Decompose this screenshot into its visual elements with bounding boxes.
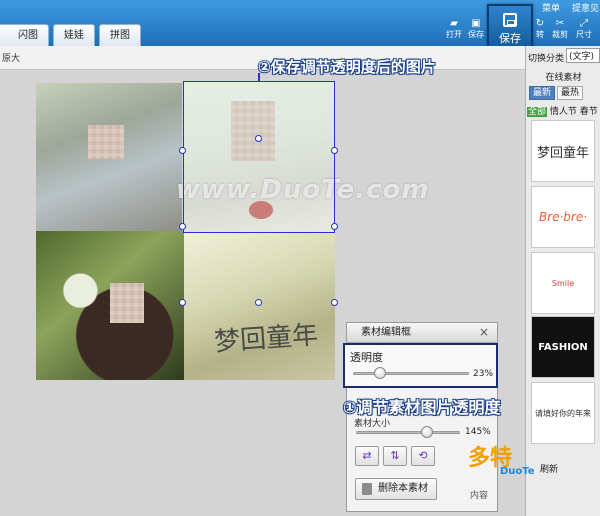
- material-thumb[interactable]: Bre·bre·: [531, 186, 595, 248]
- opacity-value: 23%: [473, 369, 494, 379]
- switch-category-label: 切换分类: [528, 54, 565, 64]
- resize-handle-top-right[interactable]: [331, 147, 338, 154]
- filter-spring[interactable]: 春节: [580, 107, 598, 117]
- material-thumb[interactable]: 梦回童年: [531, 120, 595, 182]
- resize-handle-top-left[interactable]: [179, 147, 186, 154]
- tab-hottest[interactable]: 最热: [557, 86, 583, 100]
- material-thumb[interactable]: FASHION: [531, 316, 595, 378]
- save-small-button[interactable]: ▣ 保存: [466, 18, 486, 40]
- mode-tabs: 闪图 娃娃 拼图: [0, 24, 141, 46]
- resize-button[interactable]: ⤢ 尺寸: [574, 18, 594, 40]
- category-select[interactable]: (文字): [566, 48, 600, 63]
- size-value: 145%: [465, 427, 491, 437]
- trash-icon: [362, 483, 372, 495]
- annotation-save: ②保存调节透明度后的图片: [258, 58, 436, 76]
- size-slider-knob[interactable]: [420, 426, 433, 438]
- material-sidebar: 切换分类 (文字) 在线素材 最新 最热 全部 情人节 春节 梦回童年 Bre·…: [525, 46, 600, 516]
- rotate-handle[interactable]: [255, 135, 262, 142]
- footer-text: 内容: [470, 491, 489, 501]
- collage-photo-bottom-left[interactable]: [36, 231, 184, 380]
- material-thumb[interactable]: 请填好你的年来: [531, 382, 595, 444]
- face-mosaic: [88, 125, 124, 159]
- opacity-slider-knob[interactable]: [373, 367, 386, 379]
- close-icon[interactable]: ×: [479, 323, 489, 342]
- flip-horizontal-button[interactable]: ⇄: [355, 446, 379, 466]
- duote-logo-sub: DuoTe: [500, 466, 535, 477]
- material-filters: 全部 情人节 春节: [527, 104, 598, 117]
- refresh-button[interactable]: 刷新: [540, 462, 558, 475]
- sort-tabs: 最新 最热: [529, 86, 583, 100]
- face-mosaic: [110, 283, 144, 323]
- scissors-icon: ✂: [555, 18, 565, 29]
- open-button[interactable]: ▰ 打开: [444, 18, 464, 40]
- tab-doll[interactable]: 娃娃: [53, 24, 95, 46]
- editor-header[interactable]: 素材编辑框 ×: [347, 323, 497, 343]
- flip-vertical-button[interactable]: ⇅: [383, 446, 407, 466]
- opacity-control: 透明度 23%: [343, 343, 498, 388]
- reset-button[interactable]: ⟲: [411, 446, 435, 466]
- floppy-icon: [503, 13, 517, 27]
- rotate-button[interactable]: ↻ 转: [530, 18, 550, 40]
- selection-box[interactable]: [183, 81, 335, 233]
- flip-vertical-icon: ⇅: [390, 449, 400, 462]
- collage-photo-top-left[interactable]: [36, 83, 182, 231]
- save-icon: ▣: [471, 18, 481, 29]
- original-size-button[interactable]: 原大: [2, 51, 20, 64]
- feedback-link[interactable]: 提意见: [572, 1, 599, 14]
- tab-collage[interactable]: 拼图: [99, 24, 141, 46]
- resize-handle-bottom-right[interactable]: [331, 299, 338, 306]
- delete-material-button[interactable]: 删除本素材: [355, 478, 437, 500]
- resize-handle-bottom[interactable]: [255, 299, 262, 306]
- reset-icon: ⟲: [418, 449, 428, 462]
- material-thumb[interactable]: Smile: [531, 252, 595, 314]
- resize-handle-right[interactable]: [331, 223, 338, 230]
- folder-icon: ▰: [450, 18, 458, 29]
- size-slider-track[interactable]: [356, 431, 460, 434]
- opacity-slider-track[interactable]: [353, 372, 469, 375]
- filter-valentine[interactable]: 情人节: [550, 107, 577, 117]
- flip-horizontal-icon: ⇄: [362, 449, 372, 462]
- menu-link[interactable]: 菜单: [542, 1, 560, 14]
- crop-button[interactable]: ✂ 裁剪: [550, 18, 570, 40]
- filter-all[interactable]: 全部: [527, 107, 548, 117]
- opacity-label: 透明度: [350, 351, 383, 364]
- resize-handle-left[interactable]: [179, 223, 186, 230]
- tab-newest[interactable]: 最新: [529, 86, 555, 100]
- sticker-text[interactable]: 梦回童年: [213, 314, 319, 358]
- collage-photo-bottom-right[interactable]: [184, 233, 335, 380]
- resize-icon: ⤢: [580, 18, 588, 29]
- save-button[interactable]: 保存: [487, 4, 533, 50]
- editor-title: 素材编辑框: [361, 327, 411, 338]
- resize-handle-bottom-left[interactable]: [179, 299, 186, 306]
- annotation-adjust-opacity: ①调节素材图片透明度: [343, 398, 501, 417]
- tab-flash[interactable]: 闪图: [0, 24, 49, 46]
- rotate-icon: ↻: [535, 18, 545, 29]
- online-material-title: 在线素材: [545, 73, 582, 83]
